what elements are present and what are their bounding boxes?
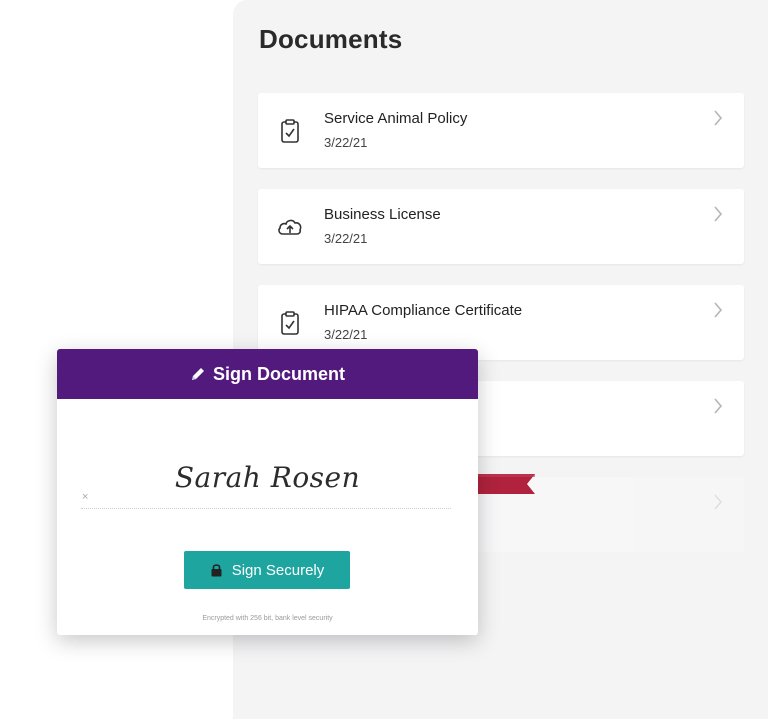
document-date: 3/22/21 [324, 135, 368, 150]
clipboard-check-icon [281, 311, 299, 335]
clear-signature-icon[interactable]: × [82, 491, 88, 503]
cloud-upload-icon [278, 219, 302, 235]
sign-securely-label: Sign Securely [231, 561, 325, 579]
chevron-right-icon [714, 494, 723, 510]
encryption-note: Encrypted with 256 bit, bank level secur… [202, 615, 333, 622]
document-item-business-license[interactable]: Business License 3/22/21 [258, 189, 744, 264]
document-name: Service Animal Policy [324, 110, 468, 127]
pencil-icon [191, 368, 204, 380]
modal-header: Sign Document [57, 349, 478, 399]
document-name: HIPAA Compliance Certificate [324, 302, 523, 319]
sign-securely-button[interactable]: Sign Securely [184, 551, 350, 589]
document-item-service-animal-policy[interactable]: Service Animal Policy 3/22/21 [258, 93, 744, 168]
chevron-right-icon [714, 110, 723, 126]
document-date: 3/22/21 [324, 231, 368, 246]
chevron-right-icon [714, 302, 723, 318]
modal-title: Sign Document [212, 363, 345, 384]
page-title: Documents [259, 24, 403, 54]
chevron-right-icon [714, 206, 723, 222]
lock-icon [211, 564, 222, 577]
chevron-right-icon [714, 398, 723, 414]
signature-text[interactable]: Sarah Rosen [57, 461, 478, 494]
document-name: Business License [324, 206, 441, 223]
signature-line [81, 508, 451, 509]
sign-document-modal: Sign Document Sarah Rosen × Sign Securel… [57, 349, 478, 635]
clipboard-check-icon [281, 119, 299, 143]
document-date: 3/22/21 [324, 327, 368, 342]
